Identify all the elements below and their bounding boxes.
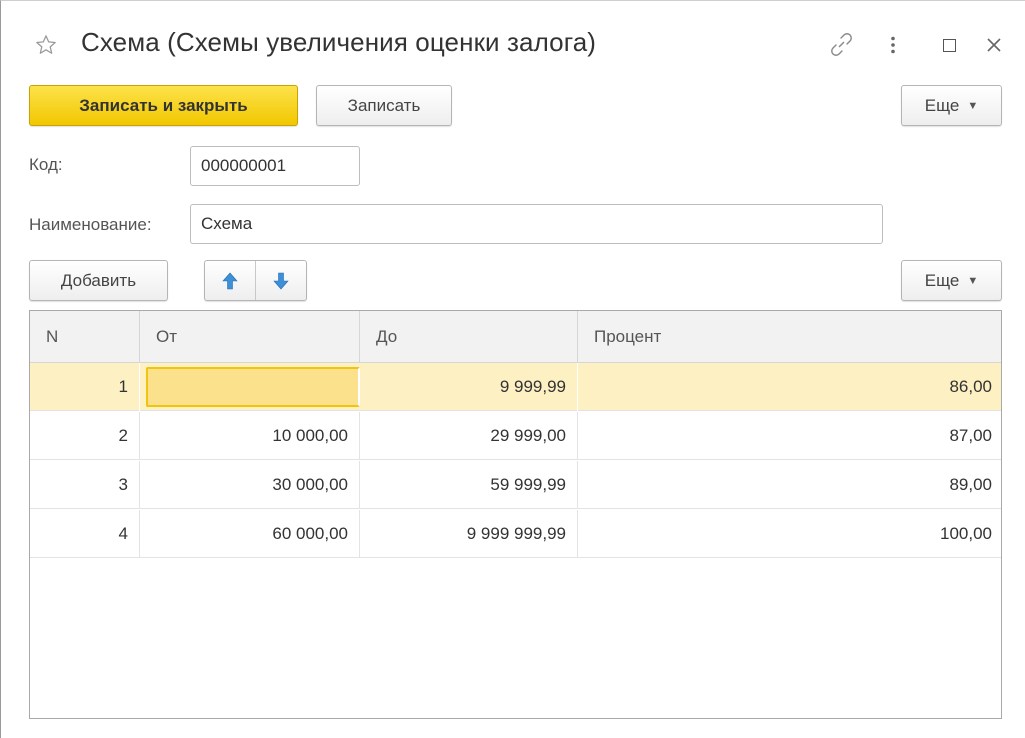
table-header: N От До Процент xyxy=(30,311,1001,363)
add-row-button[interactable]: Добавить xyxy=(29,260,168,301)
cell-percent[interactable]: 87,00 xyxy=(578,412,1001,460)
window-title: Схема (Схемы увеличения оценки залога) xyxy=(81,27,597,57)
code-input[interactable] xyxy=(190,146,360,186)
caret-down-icon: ▼ xyxy=(967,274,979,287)
more-button[interactable]: Еще ▼ xyxy=(901,85,1002,126)
caret-down-icon: ▼ xyxy=(967,99,979,112)
cell-percent[interactable]: 89,00 xyxy=(578,461,1001,509)
arrow-down-icon xyxy=(273,272,289,289)
scheme-table[interactable]: N От До Процент 19 999,99 86,00 2 10 000,00… xyxy=(29,310,1002,719)
name-input[interactable] xyxy=(190,204,883,244)
cell-to[interactable]: 9 999 999,99 xyxy=(360,510,578,558)
column-header-to[interactable]: До xyxy=(360,311,578,363)
move-buttons-group xyxy=(204,260,307,301)
code-label: Код: xyxy=(29,155,63,174)
cell-n[interactable]: 3 xyxy=(30,461,140,509)
cell-to[interactable]: 59 999,99 xyxy=(360,461,578,509)
column-header-percent[interactable]: Процент xyxy=(578,311,1001,363)
form-window: Схема (Схемы увеличения оценки залога) З… xyxy=(0,0,1025,738)
cell-from[interactable]: 30 000,00 xyxy=(140,461,360,509)
cell-n[interactable]: 1 xyxy=(30,363,140,411)
arrow-up-icon xyxy=(222,272,238,289)
move-down-button[interactable] xyxy=(255,261,306,300)
cell-percent[interactable]: 86,00 xyxy=(578,363,1001,411)
link-icon[interactable] xyxy=(829,31,853,57)
column-header-n[interactable]: N xyxy=(30,311,140,363)
save-button[interactable]: Записать xyxy=(316,85,452,126)
table-more-button-label: Еще xyxy=(924,270,960,290)
close-icon[interactable] xyxy=(985,36,1003,54)
table-more-button[interactable]: Еще ▼ xyxy=(901,260,1002,301)
move-up-button[interactable] xyxy=(205,261,255,300)
column-header-from[interactable]: От xyxy=(140,311,360,363)
table-row[interactable]: 2 10 000,00 29 999,00 87,00 xyxy=(30,412,1001,460)
cell-from[interactable]: 10 000,00 xyxy=(140,412,360,460)
kebab-icon[interactable] xyxy=(890,36,896,54)
save-and-close-button[interactable]: Записать и закрыть xyxy=(29,85,298,126)
cell-percent[interactable]: 100,00 xyxy=(578,510,1001,558)
cell-to[interactable]: 29 999,00 xyxy=(360,412,578,460)
cell-to[interactable]: 9 999,99 xyxy=(360,363,578,411)
star-icon[interactable] xyxy=(35,34,57,56)
more-button-label: Еще xyxy=(924,95,960,115)
table-row[interactable]: 3 30 000,00 59 999,99 89,00 xyxy=(30,461,1001,509)
table-row[interactable]: 4 60 000,00 9 999 999,99 100,00 xyxy=(30,510,1001,558)
cell-from[interactable] xyxy=(146,367,360,407)
title-bar: Схема (Схемы увеличения оценки залога) xyxy=(1,1,1025,81)
cell-n[interactable]: 2 xyxy=(30,412,140,460)
table-row[interactable]: 1 9 999,99 86,00 xyxy=(30,363,1001,411)
cell-n[interactable]: 4 xyxy=(30,510,140,558)
cell-from[interactable]: 60 000,00 xyxy=(140,510,360,558)
maximize-icon[interactable] xyxy=(943,39,956,52)
name-label: Наименование: xyxy=(29,215,152,234)
